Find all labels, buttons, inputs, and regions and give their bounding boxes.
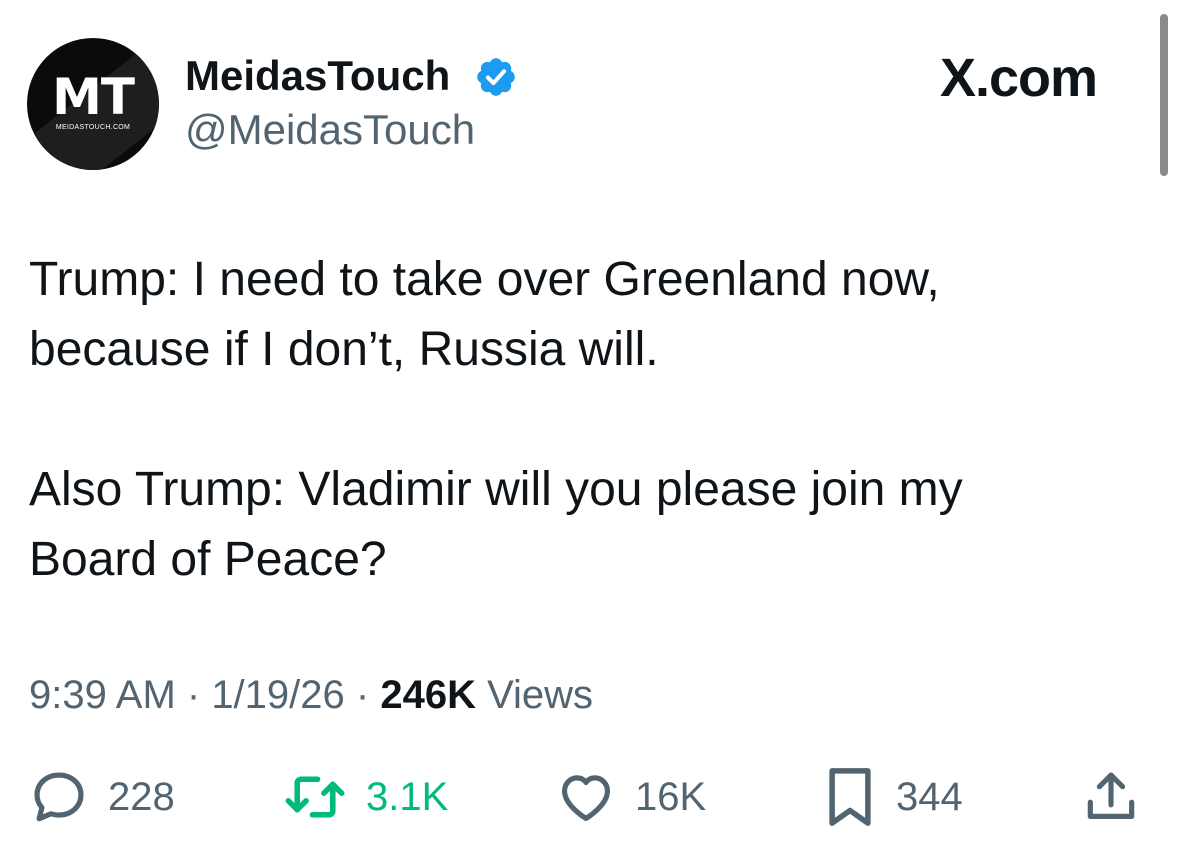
tweet-text: Trump: I need to take over Greenland now…	[29, 253, 963, 586]
reply-count: 228	[108, 775, 175, 819]
reply-button[interactable]: 228	[28, 762, 175, 832]
like-count: 16K	[635, 775, 707, 819]
avatar-initials: MT	[52, 68, 135, 126]
tweet-date[interactable]: 1/19/26	[211, 673, 344, 717]
bookmark-icon	[829, 768, 871, 826]
share-upload-icon	[1087, 772, 1135, 819]
tweet-time[interactable]: 9:39 AM	[29, 673, 176, 717]
avatar[interactable]: MT MEIDASTOUCH.COM	[27, 38, 159, 170]
tweet-meta: 9:39 AM · 1/19/26 · 246K Views	[29, 667, 593, 723]
meta-separator: ·	[344, 673, 381, 717]
like-button[interactable]: 16K	[555, 762, 706, 832]
bookmark-count: 344	[896, 775, 963, 819]
repost-count: 3.1K	[366, 775, 449, 819]
scrollbar[interactable]	[1160, 14, 1168, 176]
views-label: Views	[475, 673, 594, 717]
repost-arrows-icon	[285, 776, 345, 818]
bookmark-button[interactable]: 344	[822, 762, 963, 832]
views-count: 246K	[380, 673, 476, 717]
verified-badge-icon	[477, 58, 515, 96]
source-label: X.com	[940, 48, 1130, 108]
reply-bubble-icon	[34, 772, 84, 822]
share-button[interactable]	[1080, 762, 1142, 832]
repost-button[interactable]: 3.1K	[282, 762, 448, 832]
source-label-text: X.com	[940, 48, 1098, 108]
avatar-subtext: MEIDASTOUCH.COM	[55, 124, 131, 131]
user-handle[interactable]: @MeidasTouch	[185, 104, 475, 156]
heart-icon	[561, 775, 611, 822]
meta-separator: ·	[175, 673, 212, 717]
display-name[interactable]: MeidasTouch	[185, 50, 450, 102]
